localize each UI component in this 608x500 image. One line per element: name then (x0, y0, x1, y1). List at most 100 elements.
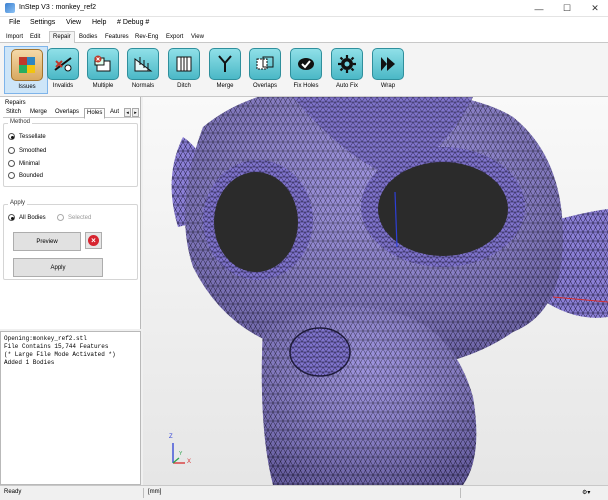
ditch-label: Ditch (177, 83, 191, 89)
fix-holes-icon (290, 48, 322, 80)
wrap-label: Wrap (380, 83, 396, 89)
radio-dot (8, 133, 15, 140)
method-tessellate-label: Tessellate (19, 133, 46, 140)
console-log[interactable]: Opening:monkey_ref2.stl File Contains 15… (0, 331, 141, 485)
subtab-overlaps[interactable]: Overlaps (55, 108, 79, 118)
normals-icon (127, 48, 159, 80)
tab-rev-eng[interactable]: Rev-Eng (131, 31, 162, 43)
settings-gear-icon[interactable]: ⚙▾ (582, 489, 590, 496)
tab-import[interactable]: Import (2, 31, 27, 43)
auto-fix-icon (331, 48, 363, 80)
radio-dot (8, 160, 15, 167)
app-logo-icon (5, 3, 15, 13)
status-separator (143, 488, 144, 498)
console-line: Opening:monkey_ref2.stl (4, 335, 87, 342)
radio-dot (8, 214, 15, 221)
menu-file[interactable]: File (9, 19, 20, 26)
menu-view[interactable]: View (66, 19, 81, 26)
scope-selected-label: Selected (68, 214, 92, 221)
title-bar: InStep V3 : monkey_ref2 — ☐ ✕ (0, 0, 608, 17)
axis-x-label: X (187, 459, 192, 465)
ditch-icon (168, 48, 200, 80)
ditch-button[interactable]: Ditch (162, 46, 206, 94)
method-label: Method (8, 119, 33, 125)
tab-edit[interactable]: Edit (26, 31, 44, 43)
method-minimal-radio[interactable]: Minimal (8, 160, 40, 167)
repair-subtabs: Stitch Merge Overlaps Holes Aut ◂ ▸ (3, 108, 140, 119)
close-button[interactable]: ✕ (582, 0, 608, 17)
units-indicator: [mm] (148, 489, 162, 495)
subtab-scroll-left-button[interactable]: ◂ (124, 108, 131, 117)
left-eye-hole (214, 172, 298, 272)
method-smoothed-radio[interactable]: Smoothed (8, 147, 46, 154)
3d-viewport[interactable]: Z X Y (143, 97, 608, 485)
subtab-stitch[interactable]: Stitch (6, 108, 21, 118)
subtab-holes[interactable]: Holes (84, 108, 106, 119)
method-tessellate-radio[interactable]: Tessellate (8, 133, 46, 140)
radio-dot (57, 214, 64, 221)
invalids-icon (47, 48, 79, 80)
repairs-panel: Repairs Stitch Merge Overlaps Holes Aut … (0, 97, 141, 329)
status-bar: Ready [mm] ⚙▾ (0, 485, 608, 500)
wrap-button[interactable]: Wrap (366, 46, 410, 94)
auto-fix-button[interactable]: Auto Fix (325, 46, 369, 94)
minimize-button[interactable]: — (526, 0, 552, 17)
axis-y-label: Y (179, 451, 183, 457)
tab-view[interactable]: View (187, 31, 208, 43)
right-eye-hole (378, 162, 508, 256)
close-circle-icon: × (88, 235, 99, 246)
overlaps-label: Overlaps (252, 83, 277, 89)
invalids-button[interactable]: Invalids (41, 46, 85, 94)
wrap-icon (372, 48, 404, 80)
menu-debug[interactable]: # Debug # (117, 19, 149, 26)
normals-label: Normals (131, 83, 155, 89)
subtab-auto[interactable]: Aut (110, 108, 119, 118)
normals-button[interactable]: Normals (121, 46, 165, 94)
merge-icon (209, 48, 241, 80)
issues-icon (11, 49, 43, 81)
method-bounded-radio[interactable]: Bounded (8, 172, 43, 179)
repair-toolbar: Issues Invalids Multiple Normals Ditch M… (0, 43, 608, 97)
fix-holes-label: Fix Holes (293, 83, 319, 89)
menu-bar: File Settings View Help # Debug # (0, 17, 608, 31)
status-separator (460, 488, 461, 498)
ribbon-tabs: Import Edit Repair Bodies Features Rev-E… (0, 31, 608, 44)
panel-title: Repairs (5, 100, 26, 106)
tab-features[interactable]: Features (101, 31, 133, 43)
subtab-scroll-right-button[interactable]: ▸ (132, 108, 139, 117)
console-line: File Contains 15,744 Features (4, 343, 109, 350)
axis-z-label: Z (169, 434, 173, 440)
tab-export[interactable]: Export (162, 31, 187, 43)
console-line: Added 1 Bodies (4, 359, 55, 366)
scope-all-bodies-radio[interactable]: All Bodies (8, 214, 46, 221)
method-bounded-label: Bounded (19, 172, 44, 179)
preview-button[interactable]: Preview (13, 232, 81, 251)
subtab-merge[interactable]: Merge (30, 108, 47, 118)
apply-group-label: Apply (8, 200, 28, 206)
method-smoothed-label: Smoothed (19, 147, 47, 154)
menu-settings[interactable]: Settings (30, 19, 55, 26)
overlaps-icon (249, 48, 281, 80)
merge-label: Merge (216, 83, 234, 89)
tab-bodies[interactable]: Bodies (75, 31, 101, 43)
merge-button[interactable]: Merge (203, 46, 247, 94)
radio-dot (8, 147, 15, 154)
multiple-button[interactable]: Multiple (81, 46, 125, 94)
method-minimal-label: Minimal (19, 160, 40, 167)
scope-selected-radio[interactable]: Selected (57, 214, 91, 221)
fix-holes-button[interactable]: Fix Holes (284, 46, 328, 94)
overlaps-button[interactable]: Overlaps (243, 46, 287, 94)
maximize-button[interactable]: ☐ (554, 0, 580, 17)
scope-all-bodies-label: All Bodies (19, 214, 46, 221)
auto-fix-label: Auto Fix (335, 83, 358, 89)
window-title: InStep V3 : monkey_ref2 (19, 4, 97, 11)
cancel-preview-button[interactable]: × (85, 232, 102, 249)
radio-dot (8, 172, 15, 179)
multiple-label: Multiple (92, 83, 114, 89)
console-line: (* Large File Mode Activated *) (4, 351, 116, 358)
apply-button[interactable]: Apply (13, 258, 103, 277)
monkey-mesh-render (171, 97, 608, 485)
multiple-icon (87, 48, 119, 80)
invalids-label: Invalids (52, 83, 74, 89)
menu-help[interactable]: Help (92, 19, 106, 26)
